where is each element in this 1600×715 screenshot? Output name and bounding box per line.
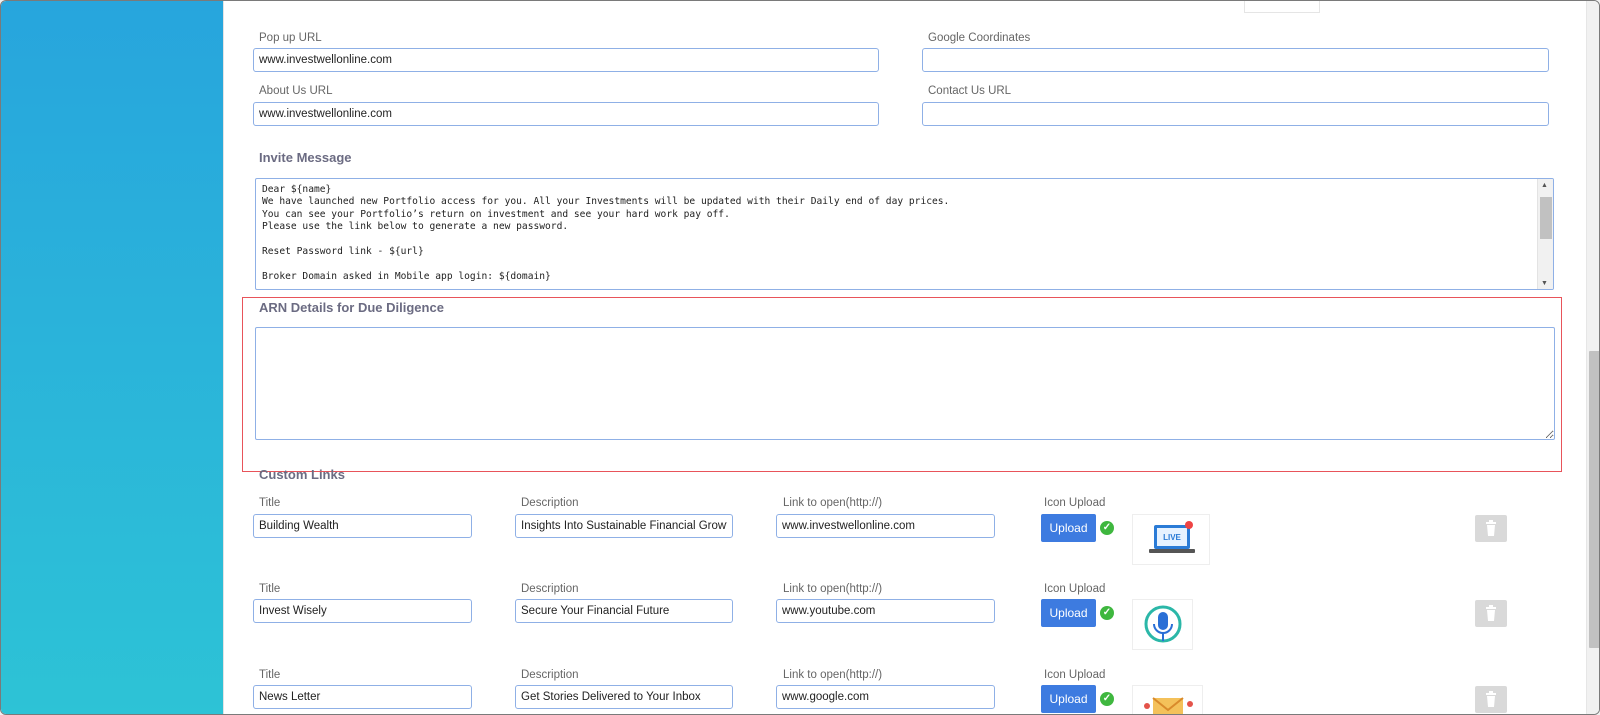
link-label: Link to open(http://) — [783, 497, 883, 509]
link-url-input[interactable] — [776, 599, 995, 623]
live-webinar-laptop-icon: LIVE — [1132, 514, 1210, 565]
description-label: Description — [521, 583, 579, 595]
scroll-down-icon[interactable]: ▼ — [1541, 280, 1548, 287]
check-icon: ✓ — [1100, 606, 1114, 620]
delete-row-button[interactable] — [1475, 686, 1507, 713]
icon-upload-label: Icon Upload — [1044, 497, 1106, 509]
custom-links-heading: Custom Links — [259, 467, 345, 482]
icon-upload-label: Icon Upload — [1044, 583, 1106, 595]
link-label: Link to open(http://) — [783, 669, 883, 681]
contact-us-url-label: Contact Us URL — [928, 85, 1012, 97]
link-label: Link to open(http://) — [783, 583, 883, 595]
about-us-url-label: About Us URL — [259, 85, 333, 97]
delete-row-button[interactable] — [1475, 600, 1507, 627]
check-icon: ✓ — [1100, 692, 1114, 706]
textarea-scroll-thumb[interactable] — [1540, 197, 1552, 239]
trash-icon — [1486, 691, 1496, 707]
textarea-scrollbar[interactable]: ▲ ▼ — [1537, 179, 1553, 289]
upload-button[interactable]: Upload — [1041, 599, 1096, 627]
delete-row-button[interactable] — [1475, 515, 1507, 542]
invite-message-textarea[interactable]: Dear ${name} We have launched new Portfo… — [255, 178, 1554, 290]
title-label: Title — [259, 497, 281, 509]
link-url-input[interactable] — [776, 514, 995, 538]
link-description-input[interactable] — [515, 685, 733, 709]
page-scroll-thumb[interactable] — [1589, 351, 1599, 648]
app-window: Pop up URL Google Coordinates About Us U… — [0, 0, 1600, 715]
svg-text:LIVE: LIVE — [1163, 533, 1181, 542]
arn-details-textarea[interactable] — [255, 327, 1555, 440]
podcast-microphone-icon — [1132, 599, 1193, 650]
title-label: Title — [259, 669, 281, 681]
link-url-input[interactable] — [776, 685, 995, 709]
upload-button[interactable]: Upload — [1041, 514, 1096, 542]
link-description-input[interactable] — [515, 599, 733, 623]
link-description-input[interactable] — [515, 514, 733, 538]
invite-message-heading: Invite Message — [259, 150, 352, 165]
google-coordinates-label: Google Coordinates — [928, 32, 1031, 44]
check-icon: ✓ — [1100, 521, 1114, 535]
invite-message-text: Dear ${name} We have launched new Portfo… — [262, 184, 950, 282]
trash-icon — [1486, 605, 1496, 621]
link-title-input[interactable] — [253, 685, 472, 709]
trash-icon — [1486, 520, 1496, 536]
description-label: Description — [521, 497, 579, 509]
popup-url-label: Pop up URL — [259, 32, 322, 44]
arn-details-heading: ARN Details for Due Diligence — [259, 300, 444, 315]
about-us-url-input[interactable] — [253, 102, 879, 126]
title-label: Title — [259, 583, 281, 595]
popup-url-input[interactable] — [253, 48, 879, 72]
google-coordinates-input[interactable] — [922, 48, 1549, 72]
description-label: Description — [521, 669, 579, 681]
page-scrollbar[interactable] — [1586, 1, 1599, 714]
icon-upload-label: Icon Upload — [1044, 669, 1106, 681]
upload-button[interactable]: Upload — [1041, 685, 1096, 713]
link-title-input[interactable] — [253, 599, 472, 623]
link-title-input[interactable] — [253, 514, 472, 538]
newsletter-envelope-icon — [1132, 685, 1203, 714]
top-tab-edge — [1244, 1, 1320, 13]
scroll-up-icon[interactable]: ▲ — [1541, 182, 1548, 189]
sidebar — [1, 1, 223, 714]
contact-us-url-input[interactable] — [922, 102, 1549, 126]
